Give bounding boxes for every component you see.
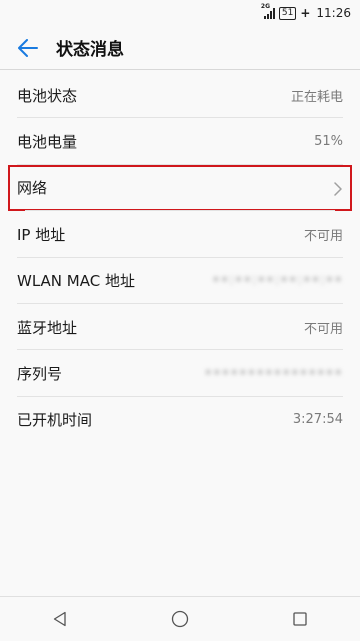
chevron-right-icon (333, 181, 343, 196)
row-battery-level: 电池电量 51% (0, 118, 360, 166)
row-ip-address: IP 地址 不可用 (0, 211, 360, 258)
row-label: 序列号 (17, 365, 63, 384)
navigation-bar (0, 596, 360, 641)
row-value: 3:27:54 (292, 412, 343, 428)
battery-level: 51 (281, 7, 294, 18)
nav-recent-icon[interactable] (270, 597, 330, 641)
signal-icon: 2G (261, 3, 275, 19)
row-label: WLAN MAC 地址 (17, 272, 135, 291)
back-arrow-icon[interactable] (0, 26, 56, 70)
row-label: 电池电量 (17, 133, 78, 152)
row-value: 正在耗电 (290, 89, 343, 105)
row-uptime: 已开机时间 3:27:54 (0, 397, 360, 443)
page-title: 状态消息 (56, 40, 124, 60)
charging-icon: + (300, 6, 311, 20)
app-header: 状态消息 (0, 26, 360, 70)
row-label: IP 地址 (17, 225, 66, 244)
row-label: 已开机时间 (17, 411, 93, 430)
row-value: 不可用 (303, 321, 343, 337)
status-bar: 2G 51 + 11:26 (0, 0, 360, 26)
row-label: 电池状态 (17, 86, 78, 105)
row-value: 51% (314, 134, 343, 150)
row-value: ••:••:••:••:••:•• (212, 273, 343, 289)
row-label: 蓝牙地址 (17, 318, 78, 337)
network-type: 2G (260, 2, 270, 10)
row-battery-status: 电池状态 正在耗电 (0, 72, 360, 119)
battery-icon: 51 (278, 6, 297, 20)
row-value: 不可用 (303, 228, 343, 244)
row-wlan-mac: WLAN MAC 地址 ••:••:••:••:••:•• (0, 258, 360, 305)
row-serial-number: 序列号 •••••••••••••••• (0, 350, 360, 398)
row-network[interactable]: 网络 (8, 164, 352, 212)
status-list: 电池状态 正在耗电 电池电量 51% 网络 IP 地址 不可用 WLAN MAC… (0, 72, 360, 443)
row-bluetooth-address: 蓝牙地址 不可用 (0, 304, 360, 351)
nav-home-icon[interactable] (150, 597, 210, 641)
clock: 11:26 (316, 6, 351, 20)
row-label: 网络 (17, 179, 48, 198)
nav-back-icon[interactable] (30, 597, 90, 641)
row-value: •••••••••••••••• (204, 366, 343, 382)
